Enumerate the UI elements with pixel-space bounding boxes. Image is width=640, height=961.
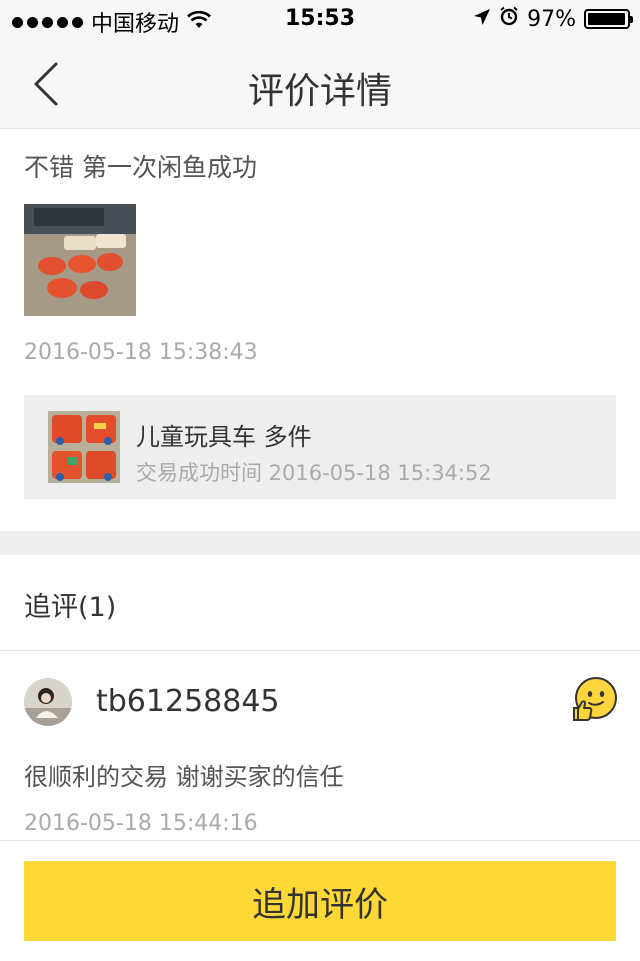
item-card[interactable]: 儿童玩具车 多件 交易成功时间 2016-05-18 15:34:52 (24, 395, 616, 499)
divider (0, 650, 640, 651)
location-arrow-icon (473, 7, 491, 32)
username[interactable]: tb61258845 (96, 684, 280, 719)
page-title: 评价详情 (247, 71, 392, 112)
bottom-bar: 追加评价 (0, 840, 640, 961)
avatar[interactable] (24, 678, 72, 726)
battery-icon (584, 9, 633, 29)
battery-percent: 97% (527, 6, 576, 32)
add-review-button[interactable]: 追加评价 (24, 861, 616, 941)
review-text: 不错 第一次闲鱼成功 (24, 153, 257, 182)
thumbs-up-smiley-icon (572, 676, 618, 722)
nav-bar: 评价详情 (0, 40, 640, 129)
item-trade-time: 交易成功时间 2016-05-18 15:34:52 (136, 461, 492, 485)
item-name: 儿童玩具车 多件 (136, 423, 312, 451)
followup-timestamp: 2016-05-18 15:44:16 (24, 811, 258, 836)
review-timestamp: 2016-05-18 15:38:43 (24, 340, 258, 365)
followup-text: 很顺利的交易 谢谢买家的信任 (24, 763, 344, 791)
followup-header: 追评(1) (24, 592, 117, 623)
status-right: 97% (473, 6, 633, 32)
status-bar: 中国移动 15:53 97% (0, 0, 640, 40)
item-thumbnail (48, 411, 120, 483)
alarm-clock-icon (499, 6, 519, 32)
battery-fill (588, 13, 625, 25)
section-divider (0, 531, 640, 555)
review-photo[interactable] (24, 204, 136, 316)
